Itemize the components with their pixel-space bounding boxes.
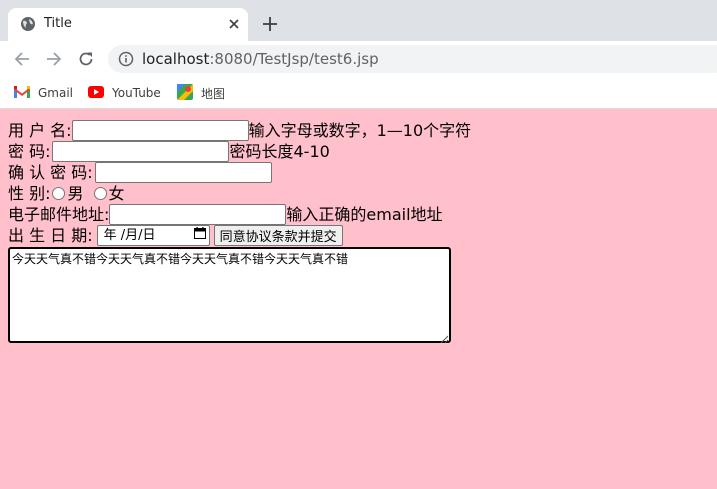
gender-male-label: 男 [67, 184, 84, 203]
bookmark-label: YouTube [112, 86, 161, 100]
gender-female-radio[interactable] [93, 187, 107, 200]
agreement-text: 今天天气真不错今天天气真不错今天天气真不错今天天气真不错 [12, 252, 349, 266]
info-icon[interactable] [118, 51, 134, 67]
email-hint: 输入正确的email地址 [286, 205, 443, 224]
reload-icon[interactable] [74, 47, 98, 71]
page-content: 用 户 名: 输入字母或数字，1—10个字符 密 码: 密码长度4-10 确 认… [0, 110, 717, 489]
close-icon[interactable] [224, 14, 244, 34]
bookmark-label: 地图 [201, 86, 226, 101]
bookmark-label: Gmail [38, 86, 74, 100]
password-input[interactable] [52, 141, 230, 162]
birthday-date-input[interactable]: 年 /月/日 [96, 225, 210, 246]
email-input[interactable] [109, 204, 287, 225]
youtube-icon [88, 85, 112, 101]
gender-label: 性 别: [8, 184, 51, 203]
form-row-username: 用 户 名: 输入字母或数字，1—10个字符 [8, 120, 709, 141]
username-hint: 输入字母或数字，1—10个字符 [248, 121, 472, 140]
registration-form: 用 户 名: 输入字母或数字，1—10个字符 密 码: 密码长度4-10 确 认… [8, 120, 709, 344]
resize-grip-icon[interactable] [440, 332, 449, 344]
submit-button[interactable]: 同意协议条款并提交 [213, 225, 343, 246]
confirm-password-label: 确 认 密 码: [8, 163, 93, 182]
maps-icon [177, 83, 201, 103]
tab-active[interactable]: Title [8, 8, 248, 41]
address-bar[interactable]: localhost:8080/TestJsp/test6.jsp [108, 45, 717, 73]
calendar-icon[interactable] [193, 225, 206, 246]
back-arrow-icon[interactable] [10, 47, 34, 71]
form-row-confirm: 确 认 密 码: [8, 162, 709, 183]
gender-female-label: 女 [108, 184, 125, 203]
date-placeholder: 年 /月/日 [103, 228, 156, 243]
new-tab-plus-icon[interactable] [258, 12, 282, 36]
tab-strip: Title [0, 0, 717, 41]
gmail-icon [14, 85, 38, 101]
url-host: localhost [142, 50, 210, 68]
url-path: :8080/TestJsp/test6.jsp [209, 50, 379, 68]
form-row-password: 密 码: 密码长度4-10 [8, 141, 709, 162]
bookmarks-bar: Gmail YouTube 地图 [0, 77, 717, 109]
username-label: 用 户 名: [8, 121, 72, 140]
tab-title: Title [44, 16, 72, 31]
agreement-textarea[interactable]: 今天天气真不错今天天气真不错今天天气真不错今天天气真不错 [8, 247, 451, 344]
confirm-password-input[interactable] [94, 162, 272, 183]
browser-window: Title localhost:8080/TestJsp/test6.jsp G… [0, 0, 717, 489]
forward-arrow-icon[interactable] [42, 47, 66, 71]
username-input[interactable] [71, 120, 249, 141]
birthday-label: 出 生 日 期: [8, 226, 93, 245]
bookmark-youtube[interactable]: YouTube [88, 83, 161, 103]
form-row-gender: 性 别: 男 女 [8, 183, 709, 204]
gender-male-radio[interactable] [52, 187, 66, 200]
globe-icon [20, 16, 36, 32]
url-text[interactable]: localhost:8080/TestJsp/test6.jsp [142, 50, 379, 68]
browser-toolbar: localhost:8080/TestJsp/test6.jsp [0, 41, 717, 77]
bookmark-gmail[interactable]: Gmail [14, 83, 73, 103]
bookmark-maps[interactable]: 地图 [177, 83, 225, 103]
form-row-email: 电子邮件地址: 输入正确的email地址 [8, 204, 709, 225]
password-label: 密 码: [8, 142, 51, 161]
password-hint: 密码长度4-10 [229, 142, 330, 161]
form-row-birthday: 出 生 日 期: 年 /月/日 同意协议条款并提交 [8, 225, 709, 246]
email-label: 电子邮件地址: [8, 205, 110, 224]
